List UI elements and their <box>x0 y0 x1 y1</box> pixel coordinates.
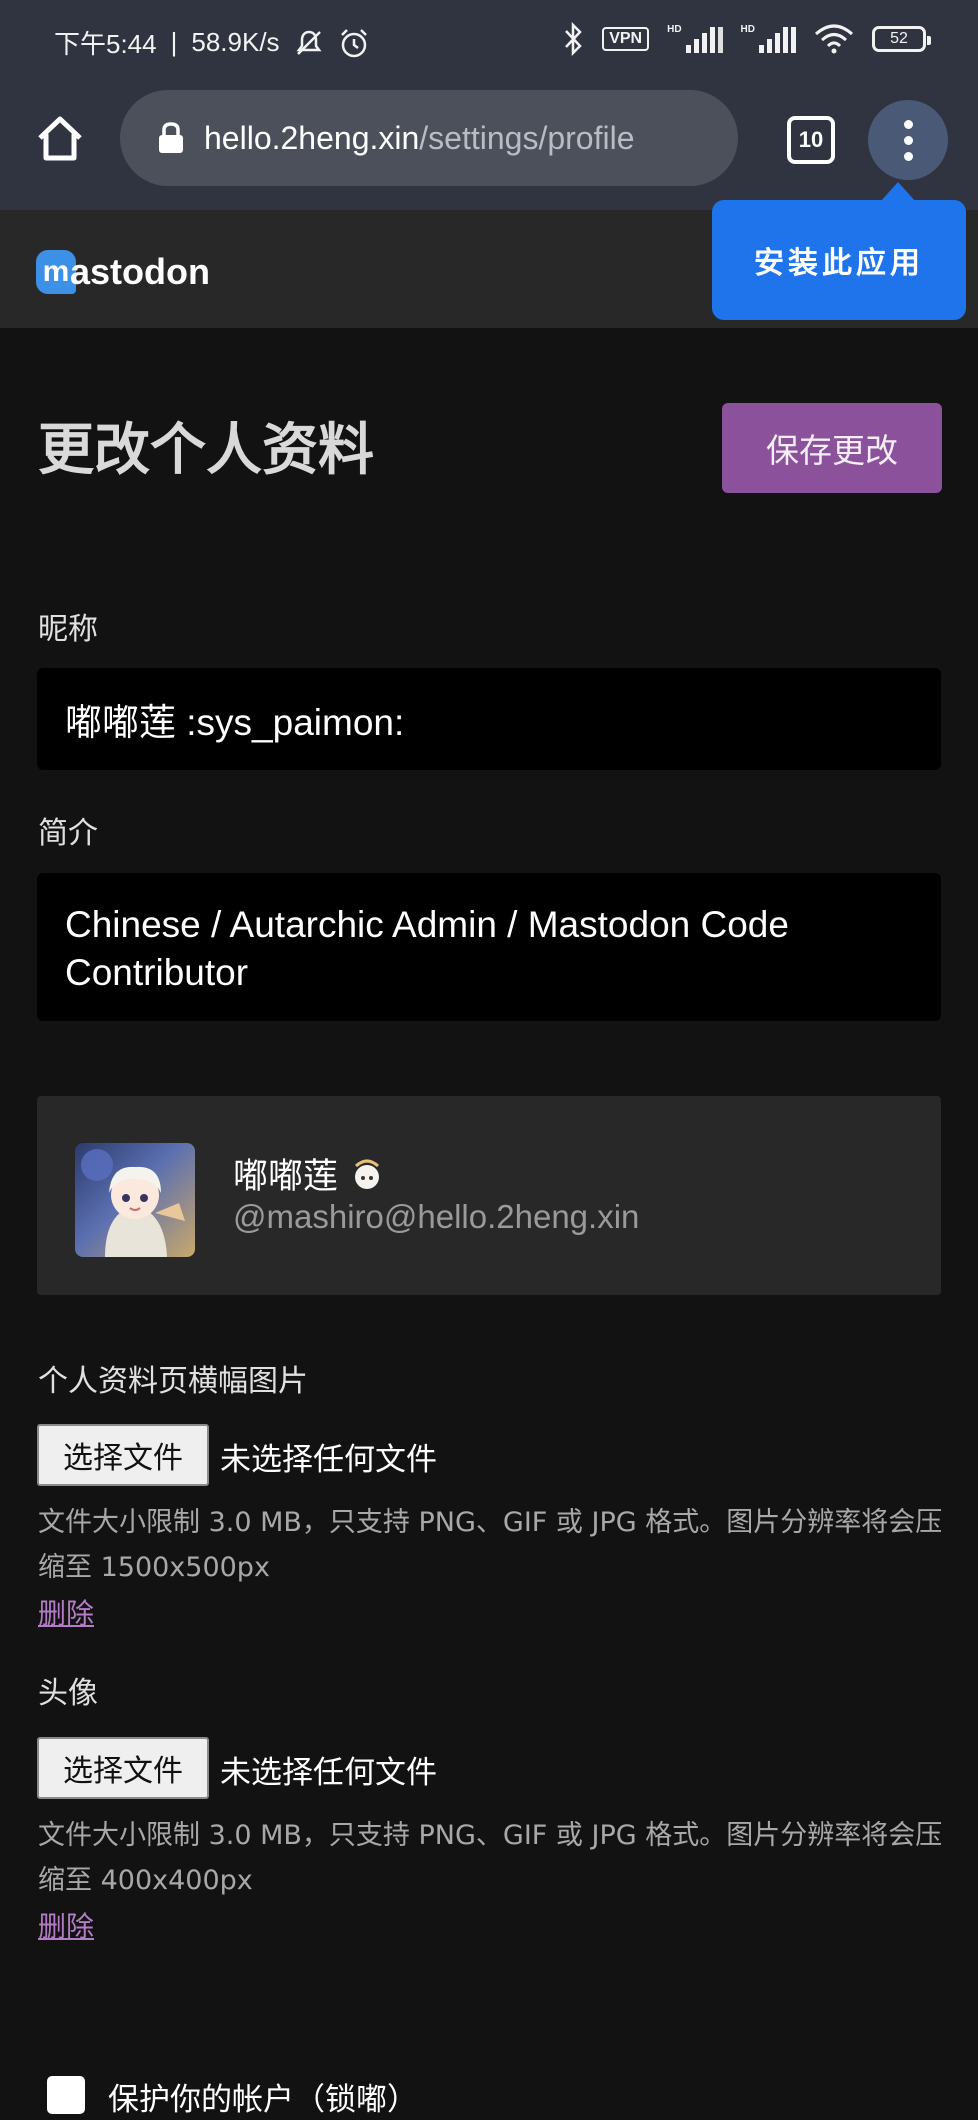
display-name-value: 嘟嘟莲 :sys_paimon: <box>65 702 405 743</box>
wifi-icon <box>815 24 853 54</box>
avatar-image-hint: 文件大小限制 3.0 MB，只支持 PNG、GIF 或 JPG 格式。图片分辨率… <box>38 1820 943 1896</box>
mute-icon <box>296 30 322 55</box>
display-name-label: 昵称 <box>38 612 98 647</box>
choose-header-file-button[interactable]: 选择文件 <box>37 1424 209 1486</box>
url-text: hello.2heng.xin/settings/profile <box>204 120 635 157</box>
battery-level: 52 <box>890 30 908 47</box>
bluetooth-icon <box>565 22 582 56</box>
status-separator: | <box>170 27 178 57</box>
status-right: VPN HD HD 52 <box>562 22 931 56</box>
avatar-illustration <box>81 1149 185 1257</box>
hd-badge-2: HD <box>740 23 755 35</box>
battery-icon: 52 <box>872 26 931 52</box>
paimon-emoji-icon <box>355 1159 380 1189</box>
status-left: 下午5:44 | 58.9K/s <box>54 24 370 61</box>
bio-value: Chinese / Autarchic Admin / Mastodon Cod… <box>65 904 789 993</box>
preview-handle: @mashiro@hello.2heng.xin <box>233 1198 640 1235</box>
delete-avatar-link[interactable]: 删除 <box>38 1905 94 1945</box>
hd-badge: HD <box>667 23 682 35</box>
lock-icon <box>159 122 183 153</box>
profile-preview-card: 嘟嘟莲 @mashiro@hello.2heng.xin <box>37 1096 941 1295</box>
signal-icon <box>685 25 723 53</box>
delete-header-link[interactable]: 删除 <box>38 1592 94 1632</box>
avatar-label: 头像 <box>38 1676 98 1711</box>
avatar-no-file-text: 未选择任何文件 <box>220 1755 437 1791</box>
header-no-file-text: 未选择任何文件 <box>220 1442 437 1478</box>
signal-icon-2 <box>759 25 796 53</box>
alarm-icon <box>340 28 367 57</box>
bio-label: 简介 <box>38 816 98 851</box>
bio-textarea[interactable]: Chinese / Autarchic Admin / Mastodon Cod… <box>37 873 941 1021</box>
save-button[interactable]: 保存更改 <box>722 403 942 493</box>
header-image-hint: 文件大小限制 3.0 MB，只支持 PNG、GIF 或 JPG 格式。图片分辨率… <box>38 1507 943 1583</box>
install-app-popup[interactable]: 安装此应用 <box>712 182 966 320</box>
url-path: /settings/profile <box>419 119 635 156</box>
menu-dot-icon <box>903 119 913 129</box>
lock-account-checkbox[interactable] <box>47 2076 85 2114</box>
clock: 下午5:44 <box>54 29 157 59</box>
install-app-label: 安装此应用 <box>754 246 924 281</box>
mastodon-logo-text: astodon <box>70 251 210 292</box>
lock-account-label: 保护你的帐户（锁嘟） <box>108 2082 418 2118</box>
address-bar[interactable]: hello.2heng.xin/settings/profile <box>120 90 738 186</box>
browser-toolbar: hello.2heng.xin/settings/profile 10 <box>0 86 978 210</box>
choose-avatar-file-button[interactable]: 选择文件 <box>37 1737 209 1799</box>
preview-display-name: 嘟嘟莲 <box>233 1148 384 1199</box>
url-host: hello.2heng.xin <box>204 119 420 156</box>
preview-display-name-text: 嘟嘟莲 <box>233 1157 339 1197</box>
vpn-badge: VPN <box>602 27 650 51</box>
menu-dot-icon <box>903 151 913 161</box>
network-speed: 58.9K/s <box>191 27 280 57</box>
browser-menu-button[interactable] <box>868 100 948 180</box>
header-image-label: 个人资料页横幅图片 <box>38 1364 308 1399</box>
avatar <box>75 1143 195 1257</box>
display-name-input[interactable]: 嘟嘟莲 :sys_paimon: <box>37 668 941 770</box>
home-icon[interactable] <box>34 112 86 164</box>
mastodon-logo[interactable]: m astodon <box>36 250 210 294</box>
menu-dot-icon <box>903 135 913 145</box>
tab-switcher-button[interactable]: 10 <box>787 116 835 164</box>
status-bar: 下午5:44 | 58.9K/s VPN HD HD 52 <box>0 0 978 86</box>
page-title: 更改个人资料 <box>38 418 374 483</box>
tab-count: 10 <box>798 127 824 152</box>
